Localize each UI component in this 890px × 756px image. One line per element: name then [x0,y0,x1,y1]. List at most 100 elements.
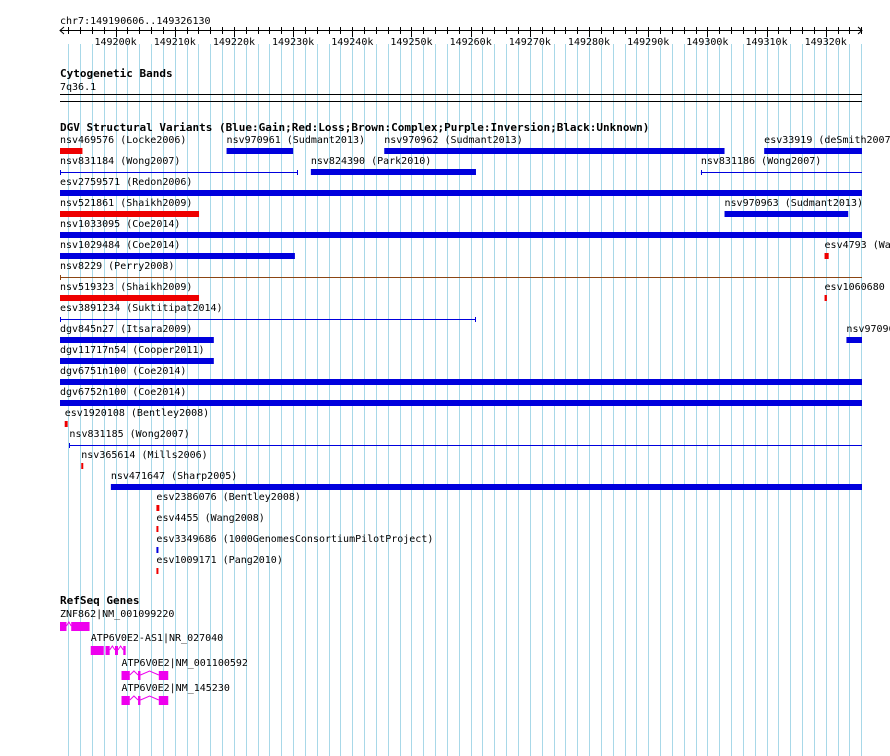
variant-bar [60,358,214,364]
ruler-tick-label: 149300k [686,37,728,48]
variant-feature[interactable]: nsv824390 (Park2010) [310,156,476,175]
gene-model[interactable]: ZNF862|NM_001099220 [60,609,174,631]
ruler-tick-label: 149220k [213,37,255,48]
variant-feature[interactable]: nsv365614 (Mills2006) [81,450,208,469]
gene-model[interactable]: ATP6V0E2-AS1|NR_027040 [90,633,223,655]
coordinate-ruler[interactable]: chr7:149190606..149326130 149200k 149210k… [59,16,863,48]
variant-bar [824,253,829,259]
variant-label: esv3891234 (Suktitipat2014) [60,303,223,314]
variant-feature[interactable]: nsv1029484 (Coe2014) [60,240,295,259]
cytogenetic-bands-track: Cytogenetic Bands 7q36.1 [60,67,862,102]
variant-feature[interactable]: nsv831186 (Wong2007) [700,156,862,175]
variant-label: esv4455 (Wang2008) [156,513,264,524]
variant-bar [64,421,68,427]
variant-feature[interactable]: nsv970963 (Sudmant2013) [724,198,863,217]
variant-label: dgv6752n100 (Coe2014) [60,387,186,398]
variant-bar [156,568,159,574]
variant-feature[interactable]: dgv6752n100 (Coe2014) [60,387,862,406]
ruler-tick-label: 149210k [154,37,196,48]
ruler-tick-label: 149290k [627,37,669,48]
variant-label: nsv8229 (Perry2008) [60,261,174,272]
variant-label: nsv469576 (Locke2006) [60,135,186,146]
ruler-tick-label: 149240k [331,37,373,48]
variant-bar [156,526,159,532]
gene-exon [121,671,130,680]
ruler-tick-label: 149250k [390,37,432,48]
variant-feature[interactable]: nsv831184 (Wong2007) [60,156,298,175]
variant-feature[interactable]: nsv519323 (Shaikh2009) [60,282,200,301]
dgv-structural-variants-track: DGV Structural Variants (Blue:Gain;Red:L… [60,121,890,574]
refseq-track-title: RefSeq Genes [60,594,139,607]
variant-bar [60,190,862,196]
gene-exon [90,646,104,655]
gene-exon [71,622,90,631]
variant-feature[interactable]: esv33919 (deSmith2007) [764,135,890,154]
gene-exon [60,622,67,631]
variant-feature[interactable]: nsv97096 [846,324,890,343]
variant-label: esv2386076 (Bentley2008) [156,492,301,503]
ruler-tick-label: 149230k [272,37,314,48]
ruler-tick-label: 149280k [568,37,610,48]
gene-intron [140,670,159,676]
genome-browser-view: chr7:149190606..149326130 149200k 149210k… [59,16,890,756]
variant-label: nsv1033095 (Coe2014) [60,219,180,230]
variant-label: nsv519323 (Shaikh2009) [60,282,192,293]
variant-feature[interactable]: nsv471647 (Sharp2005) [110,471,863,490]
variant-label: dgv11717n54 (Cooper2011) [60,345,205,356]
gene-label: ATP6V0E2|NM_001100592 [122,658,248,669]
region-label: chr7:149190606..149326130 [60,16,211,27]
variant-bar [310,169,476,175]
variant-bar [60,400,862,406]
gene-exon [105,646,110,655]
variant-label: esv3349686 (1000GenomesConsortiumPilotPr… [156,534,433,545]
cytoband-label[interactable]: 7q36.1 [60,82,96,93]
variant-feature[interactable]: esv3891234 (Suktitipat2014) [60,303,476,322]
variant-label: nsv831185 (Wong2007) [69,429,189,440]
variant-label: dgv845n27 (Itsara2009) [60,324,192,335]
variant-label: nsv1029484 (Coe2014) [60,240,180,251]
variant-feature[interactable]: nsv521861 (Shaikh2009) [60,198,200,217]
ruler-tick-label: 149200k [95,37,137,48]
variant-bar [60,253,295,259]
variant-feature[interactable]: dgv845n27 (Itsara2009) [60,324,214,343]
gene-exon [138,671,141,680]
variant-label: nsv970961 (Sudmant2013) [227,135,365,146]
ruler-tick-label: 149270k [509,37,551,48]
gene-intron [109,645,116,651]
gene-exon [158,696,169,705]
variant-label: nsv824390 (Park2010) [311,156,431,167]
variant-label: nsv471647 (Sharp2005) [111,471,237,482]
gene-model[interactable]: ATP6V0E2|NM_001100592 [121,658,248,680]
variant-bar [156,547,159,553]
ruler-tick-label: 149260k [450,37,492,48]
variant-bar [384,148,725,154]
variant-bar [60,379,862,385]
variant-bar [60,295,200,301]
variant-feature[interactable]: nsv1033095 (Coe2014) [60,219,862,238]
variant-label: nsv365614 (Mills2006) [81,450,207,461]
variant-feature[interactable]: esv4793 (Wan [824,240,890,259]
variant-feature[interactable]: nsv469576 (Locke2006) [60,135,186,154]
variant-label: esv2759571 (Redon2006) [60,177,192,188]
variant-feature[interactable]: nsv970961 (Sudmant2013) [226,135,365,154]
variant-label: nsv970963 (Sudmant2013) [725,198,863,209]
gene-label: ATP6V0E2|NM_145230 [122,683,230,694]
variant-feature[interactable]: esv2759571 (Redon2006) [60,177,862,196]
variant-label: esv1060680 [825,282,885,293]
variant-label: nsv970962 (Sudmant2013) [384,135,522,146]
variant-bar [764,148,862,154]
gene-intron [140,695,159,701]
variant-feature[interactable]: esv1060680 [824,282,885,301]
refseq-genes-track: RefSeq Genes ZNF862|NM_001099220 ATP6V0E2… [60,594,248,705]
variant-label: esv1920108 (Bentley2008) [65,408,210,419]
variant-feature[interactable]: esv2386076 (Bentley2008) [156,492,301,511]
gene-intron [129,670,139,676]
variant-feature[interactable]: dgv6751n100 (Coe2014) [60,366,862,385]
cytoband-track-title: Cytogenetic Bands [60,67,173,80]
variant-bar [724,211,849,217]
variant-label: esv1009171 (Pang2010) [156,555,282,566]
variant-feature[interactable]: esv3349686 (1000GenomesConsortiumPilotPr… [156,534,433,553]
variant-label: nsv521861 (Shaikh2009) [60,198,192,209]
variant-feature[interactable]: nsv8229 (Perry2008) [60,261,862,280]
variant-feature[interactable]: dgv11717n54 (Cooper2011) [60,345,214,364]
